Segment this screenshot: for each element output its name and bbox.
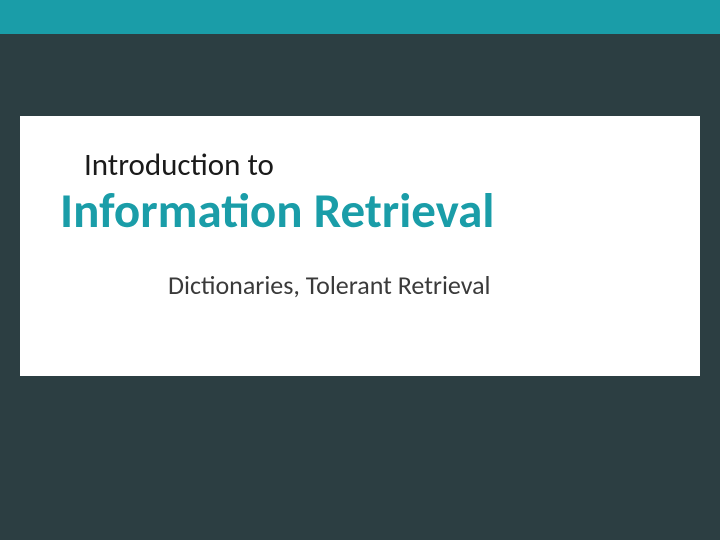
- slide-pretitle: Introduction to: [84, 146, 650, 184]
- top-accent-bar: [0, 0, 720, 34]
- title-panel: Introduction to Information Retrieval Di…: [20, 116, 700, 376]
- slide-subtitle: Dictionaries, Tolerant Retrieval: [168, 269, 650, 301]
- slide-title: Information Retrieval: [60, 186, 650, 237]
